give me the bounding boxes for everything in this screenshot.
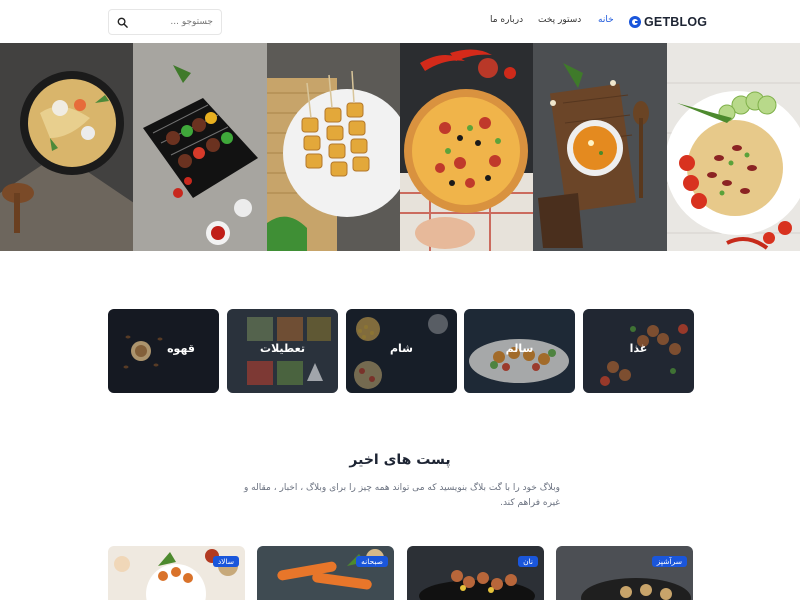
logo-text: GETBLOG (644, 15, 708, 29)
search-box (108, 9, 222, 35)
site-logo[interactable]: GETBLOG (629, 14, 707, 30)
hero-image-soup-bowl (533, 43, 667, 251)
category-label: قهوه (167, 342, 195, 355)
category-label: تعطیلات (260, 342, 305, 355)
nav-item-recipes[interactable]: دستور پخت (538, 15, 581, 29)
category-label: سالم (505, 342, 534, 355)
post-card-breakfast[interactable]: صبحانه (257, 546, 394, 600)
search-icon[interactable] (117, 17, 128, 28)
post-category-badge[interactable]: سالاد (212, 556, 239, 567)
recent-posts-description: وبلاگ خود را با گت بلاگ بنویسید که می تو… (243, 483, 560, 508)
category-card-healthy[interactable]: سالم (464, 309, 575, 393)
category-card-food[interactable]: غذا (583, 309, 694, 393)
post-card-bread[interactable]: نان (407, 546, 544, 600)
category-label: غذا (629, 342, 648, 355)
recent-posts-title: پست های اخیر (349, 452, 451, 468)
category-label: شام (389, 342, 413, 355)
hero-food-gallery (0, 43, 800, 251)
hero-image-meat-skewers (133, 43, 267, 251)
post-card-salad[interactable]: سالاد (108, 546, 245, 600)
hero-image-rice-plate (666, 43, 800, 251)
category-card-holidays[interactable]: تعطیلات (227, 309, 338, 393)
post-card-chef[interactable]: سرآشپز (556, 546, 693, 600)
hero-image-fried-skewers (266, 43, 400, 251)
post-category-badge[interactable]: صبحانه (356, 556, 388, 567)
hero-image-pizza (399, 43, 534, 251)
search-input[interactable] (127, 14, 213, 30)
site-header: GETBLOG خانه دستور پخت درباره ما (0, 0, 800, 43)
category-card-dinner[interactable]: شام (346, 309, 457, 393)
hero-image-noodle-bowl (0, 43, 134, 251)
nav-item-about[interactable]: درباره ما (490, 15, 523, 29)
post-category-badge[interactable]: سرآشپز (651, 556, 687, 567)
category-card-coffee[interactable]: قهوه (108, 309, 219, 393)
logo-g-icon (629, 16, 641, 28)
post-category-badge[interactable]: نان (518, 556, 538, 567)
nav-item-home[interactable]: خانه (598, 15, 614, 29)
